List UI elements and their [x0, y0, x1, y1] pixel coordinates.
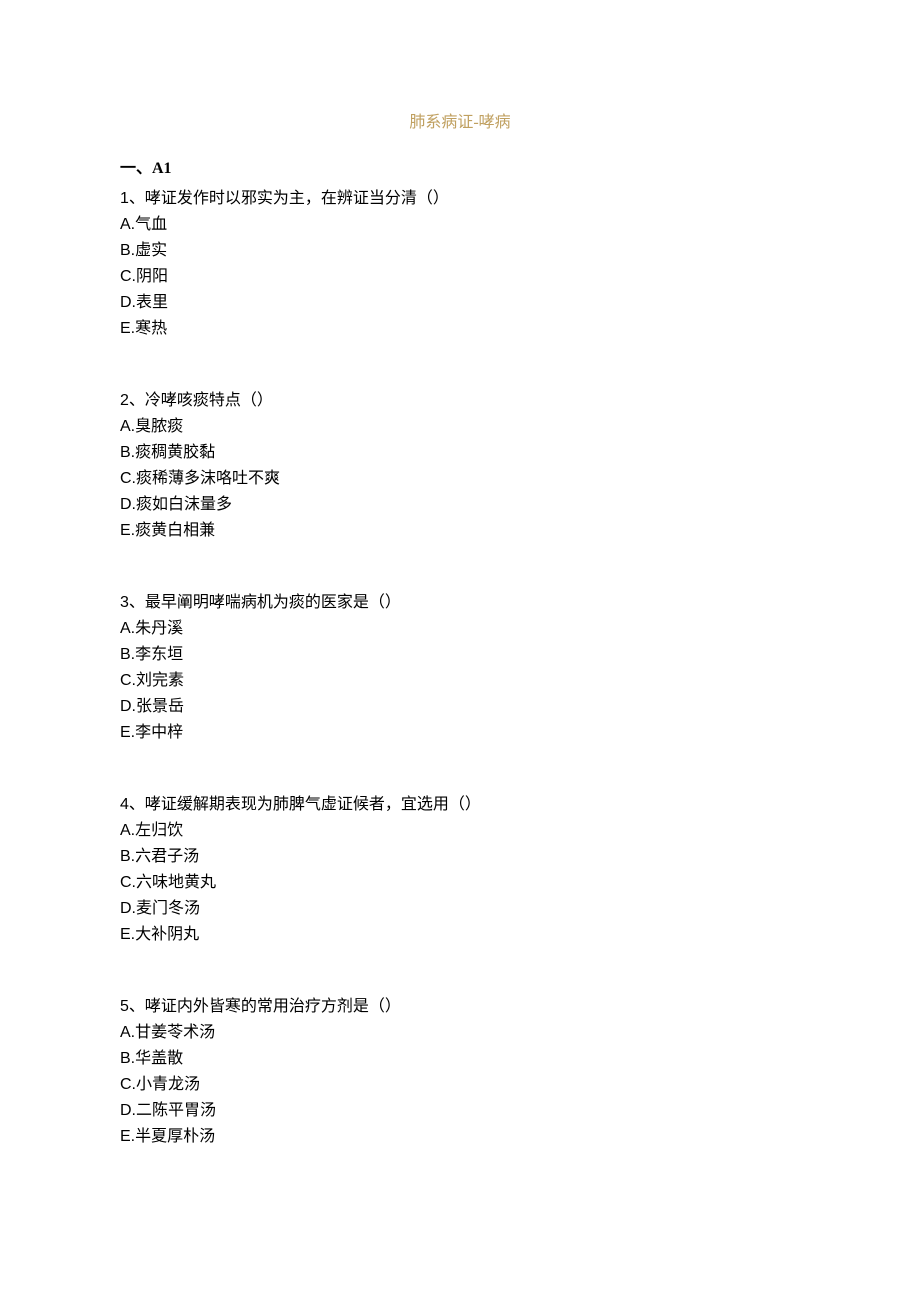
option-text: 张景岳 — [136, 698, 184, 715]
option-line: A.朱丹溪 — [120, 616, 800, 642]
option-line: D.二陈平胃汤 — [120, 1098, 800, 1124]
document-title: 肺系病证-哮病 — [120, 110, 800, 136]
option-line: A.臭脓痰 — [120, 414, 800, 440]
option-letter: C. — [120, 1076, 136, 1093]
option-letter: A. — [120, 216, 135, 233]
option-text: 李东垣 — [135, 646, 183, 663]
option-text: 气血 — [135, 216, 167, 233]
option-line: E.大补阴丸 — [120, 922, 800, 948]
option-letter: E. — [120, 1128, 135, 1145]
option-text: 痰稀薄多沫咯吐不爽 — [136, 470, 280, 487]
option-text: 痰黄白相兼 — [135, 522, 215, 539]
option-line: E.痰黄白相兼 — [120, 518, 800, 544]
question-line: 1、哮证发作时以邪实为主，在辨证当分清（） — [120, 186, 800, 212]
question-number: 3 — [120, 594, 129, 611]
option-line: B.六君子汤 — [120, 844, 800, 870]
option-letter: D. — [120, 496, 136, 513]
question-block: 4、哮证缓解期表现为肺脾气虚证候者，宜选用（）A.左归饮B.六君子汤C.六味地黄… — [120, 792, 800, 948]
question-block: 2、冷哮咳痰特点（）A.臭脓痰B.痰稠黄胶黏C.痰稀薄多沫咯吐不爽D.痰如白沫量… — [120, 388, 800, 544]
question-block: 5、哮证内外皆寒的常用治疗方剂是（）A.甘姜苓术汤B.华盖散C.小青龙汤D.二陈… — [120, 994, 800, 1150]
option-text: 朱丹溪 — [135, 620, 183, 637]
option-letter: A. — [120, 620, 135, 637]
question-number: 1 — [120, 190, 129, 207]
option-line: A.左归饮 — [120, 818, 800, 844]
option-letter: C. — [120, 874, 136, 891]
option-text: 六君子汤 — [135, 848, 199, 865]
option-line: B.虚实 — [120, 238, 800, 264]
section-header: 一、A1 — [120, 156, 800, 182]
option-letter: C. — [120, 470, 136, 487]
option-letter: C. — [120, 268, 136, 285]
option-line: B.痰稠黄胶黏 — [120, 440, 800, 466]
option-line: D.表里 — [120, 290, 800, 316]
option-letter: D. — [120, 900, 136, 917]
document-page: 肺系病证-哮病 一、A1 1、哮证发作时以邪实为主，在辨证当分清（）A.气血B.… — [0, 0, 920, 1230]
option-line: D.张景岳 — [120, 694, 800, 720]
option-text: 表里 — [136, 294, 168, 311]
option-text: 阴阳 — [136, 268, 168, 285]
option-letter: E. — [120, 724, 135, 741]
option-text: 六味地黄丸 — [136, 874, 216, 891]
question-number: 4 — [120, 796, 129, 813]
option-letter: E. — [120, 926, 135, 943]
option-line: D.痰如白沫量多 — [120, 492, 800, 518]
option-line: C.阴阳 — [120, 264, 800, 290]
question-block: 1、哮证发作时以邪实为主，在辨证当分清（）A.气血B.虚实C.阴阳D.表里E.寒… — [120, 186, 800, 342]
option-text: 臭脓痰 — [135, 418, 183, 435]
option-letter: B. — [120, 1050, 135, 1067]
option-letter: E. — [120, 522, 135, 539]
question-number: 5 — [120, 998, 129, 1015]
option-line: C.六味地黄丸 — [120, 870, 800, 896]
option-letter: A. — [120, 1024, 135, 1041]
option-text: 李中梓 — [135, 724, 183, 741]
option-letter: B. — [120, 242, 135, 259]
question-text: 、最早阐明哮喘病机为痰的医家是（） — [129, 594, 401, 611]
option-line: A.气血 — [120, 212, 800, 238]
question-text: 、哮证发作时以邪实为主，在辨证当分清（） — [129, 190, 449, 207]
option-letter: E. — [120, 320, 135, 337]
option-text: 刘完素 — [136, 672, 184, 689]
question-number: 2 — [120, 392, 129, 409]
option-text: 寒热 — [135, 320, 167, 337]
option-line: E.寒热 — [120, 316, 800, 342]
option-text: 麦门冬汤 — [136, 900, 200, 917]
option-letter: D. — [120, 294, 136, 311]
option-letter: B. — [120, 444, 135, 461]
option-line: C.刘完素 — [120, 668, 800, 694]
question-text: 、哮证缓解期表现为肺脾气虚证候者，宜选用（） — [129, 796, 481, 813]
option-text: 小青龙汤 — [136, 1076, 200, 1093]
option-line: B.华盖散 — [120, 1046, 800, 1072]
option-letter: C. — [120, 672, 136, 689]
option-line: A.甘姜苓术汤 — [120, 1020, 800, 1046]
option-text: 二陈平胃汤 — [136, 1102, 216, 1119]
option-letter: A. — [120, 822, 135, 839]
option-text: 甘姜苓术汤 — [135, 1024, 215, 1041]
question-text: 、哮证内外皆寒的常用治疗方剂是（） — [129, 998, 401, 1015]
option-letter: A. — [120, 418, 135, 435]
option-text: 华盖散 — [135, 1050, 183, 1067]
question-block: 3、最早阐明哮喘病机为痰的医家是（）A.朱丹溪B.李东垣C.刘完素D.张景岳E.… — [120, 590, 800, 746]
option-line: C.痰稀薄多沫咯吐不爽 — [120, 466, 800, 492]
question-line: 5、哮证内外皆寒的常用治疗方剂是（） — [120, 994, 800, 1020]
option-text: 大补阴丸 — [135, 926, 199, 943]
option-letter: B. — [120, 646, 135, 663]
option-text: 痰如白沫量多 — [136, 496, 232, 513]
option-text: 左归饮 — [135, 822, 183, 839]
option-line: D.麦门冬汤 — [120, 896, 800, 922]
question-line: 3、最早阐明哮喘病机为痰的医家是（） — [120, 590, 800, 616]
question-line: 2、冷哮咳痰特点（） — [120, 388, 800, 414]
option-letter: D. — [120, 698, 136, 715]
option-line: C.小青龙汤 — [120, 1072, 800, 1098]
option-line: B.李东垣 — [120, 642, 800, 668]
questions-container: 1、哮证发作时以邪实为主，在辨证当分清（）A.气血B.虚实C.阴阳D.表里E.寒… — [120, 186, 800, 1150]
option-line: E.李中梓 — [120, 720, 800, 746]
option-text: 半夏厚朴汤 — [135, 1128, 215, 1145]
option-letter: B. — [120, 848, 135, 865]
option-line: E.半夏厚朴汤 — [120, 1124, 800, 1150]
question-line: 4、哮证缓解期表现为肺脾气虚证候者，宜选用（） — [120, 792, 800, 818]
option-letter: D. — [120, 1102, 136, 1119]
question-text: 、冷哮咳痰特点（） — [129, 392, 273, 409]
option-text: 虚实 — [135, 242, 167, 259]
option-text: 痰稠黄胶黏 — [135, 444, 215, 461]
